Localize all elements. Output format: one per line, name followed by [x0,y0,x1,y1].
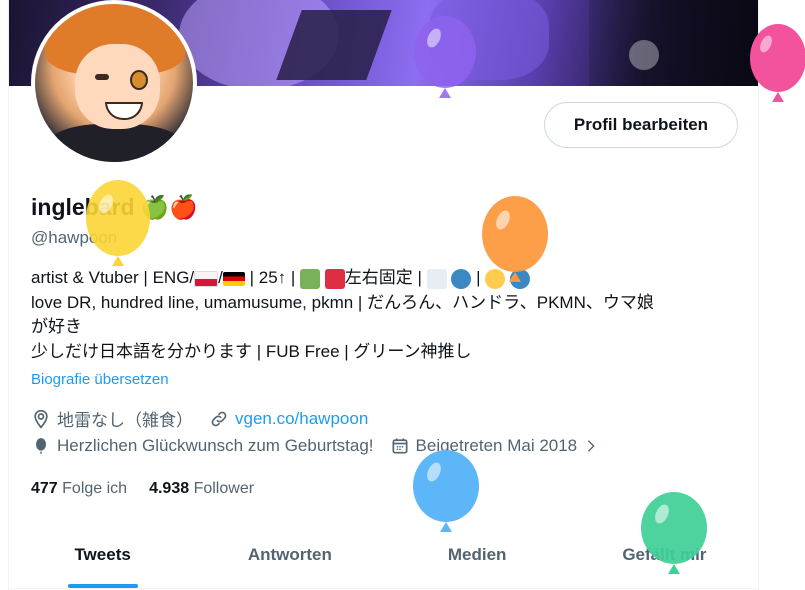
fog-icon [426,268,447,289]
user-handle: @hawpoon [31,228,118,247]
chevron-right-icon[interactable] [583,438,599,454]
tab-replies[interactable]: Antworten [196,522,383,588]
bio-line-1: artist & Vtuber | ENG// | 25↑ | 左右固定 | | [31,266,741,291]
website-item[interactable]: vgen.co/hawpoon [209,409,368,429]
birthday-item: Herzlichen Glückwunsch zum Geburtstag! [31,436,374,456]
profile-meta-row-1: 地雷なし（雑食） vgen.co/hawpoon [31,406,384,431]
location-text: 地雷なし（雑食） [57,411,193,430]
profile-tabs: Tweets Antworten Medien Gefällt mir [9,522,758,589]
moon-icon [485,268,506,289]
link-icon [211,411,227,426]
bio-line-2: love DR, hundred line, umamusume, pkmn |… [31,292,654,312]
bio-line-3: が好き [31,317,82,336]
location-item: 地雷なし（雑食） [31,406,193,431]
poland-flag-icon [194,270,219,287]
website-link[interactable]: vgen.co/hawpoon [235,409,368,429]
joined-text: Beigetreten Mai 2018 [415,436,578,455]
name-emojis: 🍏🍎 [140,194,198,220]
following-count: 477 [31,480,58,497]
green-square-icon [300,268,321,289]
bio-text: 左右固定 | [344,268,427,287]
following-link[interactable]: 477 Folge ich [31,480,127,498]
joined-item: Beigetreten Mai 2018 [390,436,600,456]
wave-icon [451,268,472,289]
followers-count: 4.938 [149,480,190,497]
tab-label: Tweets [74,545,131,564]
tab-tweets[interactable]: Tweets [9,522,196,588]
bio-text: | 25↑ | [244,268,301,287]
birthday-text: Herzlichen Glückwunsch zum Geburtstag! [57,436,374,455]
profile-column: Profil bearbeiten inglebard 🍏🍎 @hawpoon … [8,0,759,590]
display-name-text: inglebard [31,194,135,220]
profile-meta-row-2: Herzlichen Glückwunsch zum Geburtstag! B… [31,436,615,456]
calendar-icon [392,438,408,454]
balloon-icon [36,438,46,454]
tab-likes[interactable]: Gefällt mir [571,522,758,588]
tab-media[interactable]: Medien [384,522,571,588]
followers-label: Follower [193,480,255,497]
tab-label: Gefällt mir [622,545,707,564]
bio-text: artist & Vtuber | ENG/ [31,268,195,287]
followers-link[interactable]: 4.938 Follower [149,480,254,498]
profile-bio: artist & Vtuber | ENG// | 25↑ | 左右固定 | |… [31,266,741,364]
tab-label: Antworten [247,545,332,564]
following-label: Folge ich [62,480,128,497]
germany-flag-icon [222,271,245,286]
edit-profile-button[interactable]: Profil bearbeiten [544,102,738,148]
active-tab-indicator [67,584,138,588]
display-name: inglebard 🍏🍎 [31,194,198,221]
location-pin-icon [34,409,48,429]
bio-text: | [471,268,486,287]
avatar[interactable] [31,0,197,166]
follow-stats: 477 Folge ich 4.938 Follower [31,480,254,498]
wave-icon [509,268,530,289]
tab-label: Medien [447,545,507,564]
red-square-icon [324,268,345,289]
translate-bio-link[interactable]: Biografie übersetzen [31,371,169,388]
bio-line-4: 少しだけ日本語を分かります | FUB Free | グリーン神推し [31,341,472,361]
